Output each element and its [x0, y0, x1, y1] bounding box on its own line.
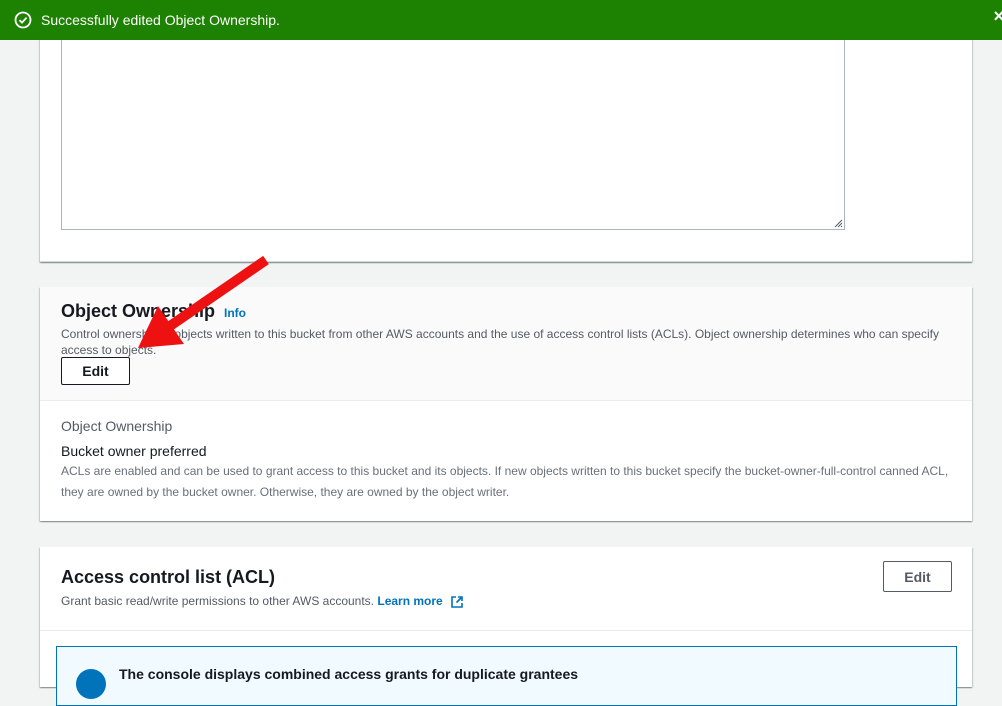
- alert-text: The console displays combined access gra…: [119, 666, 579, 682]
- field-description: ACLs are enabled and can be used to gran…: [61, 464, 949, 499]
- field-label: Object Ownership: [61, 418, 173, 434]
- info-icon: [76, 669, 106, 699]
- object-ownership-header: Object Ownership Info Control ownership …: [40, 287, 972, 401]
- external-link-icon[interactable]: [450, 595, 464, 609]
- policy-textarea[interactable]: [61, 40, 845, 230]
- info-alert: The console displays combined access gra…: [56, 646, 957, 706]
- acl-header: Access control list (ACL) Grant basic re…: [40, 547, 972, 631]
- info-link[interactable]: Info: [224, 306, 246, 320]
- acl-title: Access control list (ACL): [61, 567, 276, 587]
- edit-acl-button[interactable]: Edit: [883, 561, 952, 592]
- edit-object-ownership-button[interactable]: Edit: [61, 357, 130, 385]
- field-value: Bucket owner preferred: [61, 443, 207, 459]
- resize-handle-icon[interactable]: [833, 218, 843, 228]
- close-icon[interactable]: ×: [993, 6, 1002, 27]
- learn-more-link[interactable]: Learn more: [377, 594, 442, 608]
- section-title: Object Ownership: [61, 301, 216, 321]
- section-description: Control ownership of objects written to …: [61, 327, 939, 357]
- object-ownership-card: Object Ownership Info Control ownership …: [40, 287, 972, 521]
- acl-card: Access control list (ACL) Grant basic re…: [40, 547, 972, 706]
- success-check-icon: [14, 11, 32, 29]
- acl-description-row: Grant basic read/write permissions to ot…: [61, 593, 464, 609]
- acl-description: Grant basic read/write permissions to ot…: [61, 594, 375, 608]
- success-flash-banner: Successfully edited Object Ownership. ×: [0, 0, 1002, 40]
- flash-message: Successfully edited Object Ownership.: [41, 12, 280, 28]
